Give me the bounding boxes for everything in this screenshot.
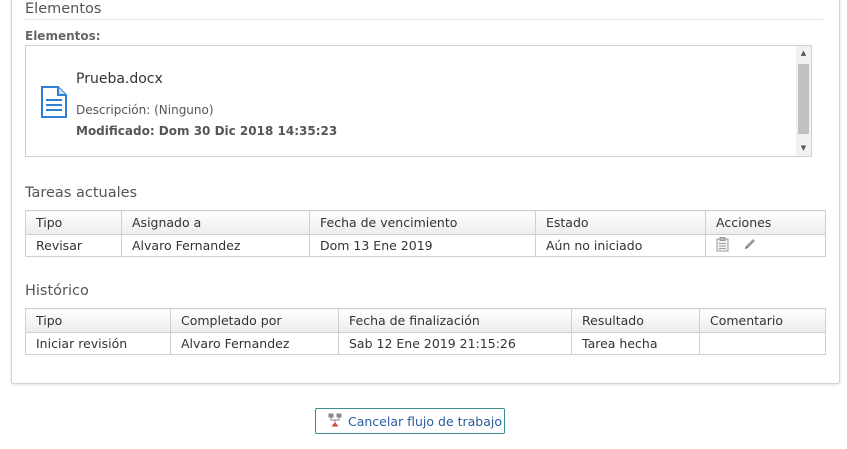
task-actions	[705, 234, 826, 257]
history-completed-by: Alvaro Fernandez	[170, 332, 339, 355]
file-modified: Modificado: Dom 30 Dic 2018 14:35:23	[76, 124, 338, 138]
column-header-finalizacion[interactable]: Fecha de finalización	[338, 308, 572, 333]
table-header-row: Tipo Asignado a Fecha de vencimiento Est…	[25, 210, 826, 235]
table-row: Iniciar revisión Alvaro Fernandez Sab 12…	[25, 332, 826, 355]
history-result: Tarea hecha	[571, 332, 700, 355]
column-header-estado[interactable]: Estado	[535, 210, 706, 235]
scroll-up-arrow-icon[interactable]: ▲	[796, 46, 811, 61]
elements-section-title: Elementos	[25, 1, 102, 17]
task-type: Revisar	[25, 234, 122, 257]
column-header-tipo[interactable]: Tipo	[25, 308, 171, 333]
document-icon[interactable]	[40, 86, 68, 118]
history-type: Iniciar revisión	[25, 332, 171, 355]
section-divider	[25, 19, 823, 20]
history-comment	[699, 332, 826, 355]
table-header-row: Tipo Completado por Fecha de finalizació…	[25, 308, 826, 333]
column-header-acciones: Acciones	[705, 210, 826, 235]
column-header-vencimiento[interactable]: Fecha de vencimiento	[309, 210, 536, 235]
history-table: Tipo Completado por Fecha de finalizació…	[25, 308, 826, 355]
cancel-workflow-label: Cancelar flujo de trabajo	[348, 413, 503, 429]
cancel-workflow-button[interactable]: Cancelar flujo de trabajo	[315, 408, 505, 434]
file-description: Descripción: (Ninguno)	[76, 103, 214, 117]
elements-list[interactable]: Prueba.docx Descripción: (Ninguno) Modif…	[25, 45, 812, 157]
elements-list-scrollbar[interactable]: ▲ ▼	[796, 46, 811, 156]
clipboard-icon[interactable]	[716, 236, 729, 255]
history-end-date: Sab 12 Ene 2019 21:15:26	[338, 332, 572, 355]
column-header-asignado[interactable]: Asignado a	[121, 210, 310, 235]
task-due-date: Dom 13 Ene 2019	[309, 234, 536, 257]
workflow-icon	[328, 413, 348, 430]
elements-field-label: Elementos:	[25, 29, 101, 43]
file-name-link[interactable]: Prueba.docx	[76, 71, 163, 87]
history-title: Histórico	[25, 283, 89, 299]
current-tasks-table: Tipo Asignado a Fecha de vencimiento Est…	[25, 210, 826, 257]
task-status: Aún no iniciado	[535, 234, 706, 257]
table-row: Revisar Alvaro Fernandez Dom 13 Ene 2019…	[25, 234, 826, 257]
scrollbar-thumb[interactable]	[798, 64, 809, 134]
task-assignee: Alvaro Fernandez	[121, 234, 310, 257]
current-tasks-title: Tareas actuales	[25, 185, 138, 201]
pencil-icon[interactable]	[743, 237, 757, 254]
column-header-comentario[interactable]: Comentario	[699, 308, 826, 333]
column-header-tipo[interactable]: Tipo	[25, 210, 122, 235]
column-header-resultado[interactable]: Resultado	[571, 308, 700, 333]
column-header-completado[interactable]: Completado por	[170, 308, 339, 333]
scroll-down-arrow-icon[interactable]: ▼	[796, 141, 811, 156]
